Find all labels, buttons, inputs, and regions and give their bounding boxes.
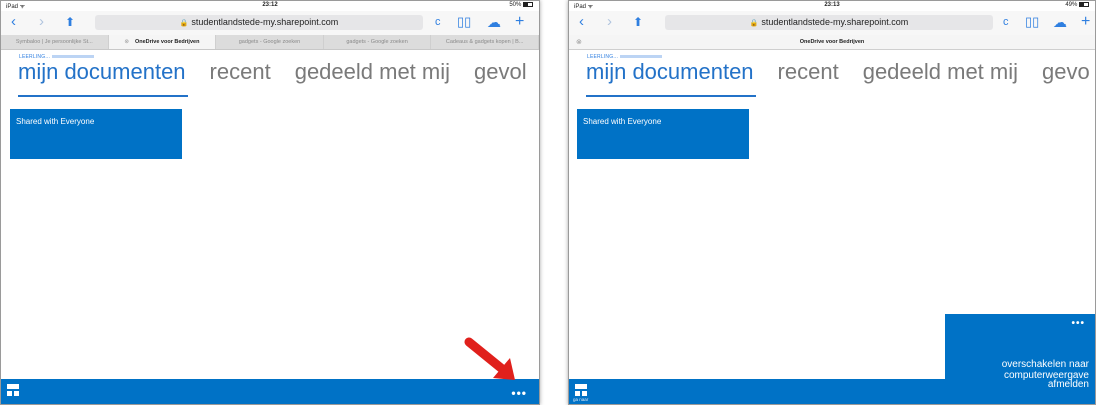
tab-mijn-documenten[interactable]: mijn documenten [586, 59, 754, 85]
screenshot-after: iPad ᯤ 23:13 49% ‹ › ⬆ 🔒 studentlandstede… [568, 0, 1096, 405]
pivot-nav: mijn documenten recent gedeeld met mij gevo… [18, 59, 539, 85]
safari-toolbar: ‹ › ⬆ 🔒 studentlandstede-my.sharepoint.co… [1, 11, 539, 35]
close-tab-icon[interactable]: ⊗ [124, 39, 129, 45]
forward-icon[interactable]: › [607, 14, 612, 30]
pivot-nav: mijn documenten recent gedeeld met mij gevo [586, 59, 1095, 85]
reload-icon[interactable]: c [435, 14, 441, 30]
tab-recent[interactable]: recent [778, 59, 839, 85]
close-tab-icon[interactable]: ⊗ [576, 35, 582, 50]
browser-tab-label: OneDrive voor Bedrijven [799, 39, 865, 45]
share-icon[interactable]: ⬆ [633, 14, 643, 30]
clock: 23:12 [262, 2, 278, 8]
plus-icon[interactable]: + [515, 14, 524, 30]
plus-icon[interactable]: + [1081, 14, 1090, 30]
folder-tile-label: Shared with Everyone [16, 117, 95, 126]
browser-tab-active[interactable]: ⊗ OneDrive voor Bedrijven [569, 35, 1095, 50]
browser-tab[interactable]: gadgets - Google zoeken [216, 35, 324, 49]
more-options-button[interactable]: ••• [1071, 318, 1085, 329]
ios-status-bar: iPad ᯤ 23:13 49% [569, 1, 1095, 11]
url-text: studentlandstede-my.sharepoint.com [191, 17, 339, 27]
goto-label: ga naar [573, 397, 589, 402]
address-bar[interactable]: 🔒 studentlandstede-my.sharepoint.com [665, 15, 993, 30]
battery-indicator: 49% [1065, 2, 1089, 8]
active-tab-underline [18, 95, 188, 97]
folder-tile[interactable]: Shared with Everyone [10, 109, 182, 159]
screenshot-before: iPad ᯤ 23:12 50% ‹ › ⬆ 🔒 studentlandstede… [0, 0, 540, 405]
tab-gevolgd[interactable]: gevo [1042, 59, 1090, 85]
address-bar[interactable]: 🔒 studentlandstede-my.sharepoint.com [95, 15, 423, 30]
browser-tab[interactable]: gadgets - Google zoeken [324, 35, 432, 49]
browser-tab[interactable]: Cadeaus & gadgets kopen | B... [431, 35, 539, 49]
battery-indicator: 50% [509, 2, 533, 8]
battery-percent: 50% [509, 2, 522, 9]
share-icon[interactable]: ⬆ [65, 14, 75, 30]
browser-tab[interactable]: Symbaloo | Je persoonlijke St... [1, 35, 109, 49]
clock: 23:13 [824, 2, 840, 8]
browser-tab-active[interactable]: ⊗ OneDrive voor Bedrijven [108, 35, 217, 49]
redacted-name [620, 55, 663, 59]
tab-gedeeld-met-mij[interactable]: gedeeld met mij [863, 59, 1018, 85]
reload-icon[interactable]: c [1003, 14, 1009, 30]
tab-mijn-documenten[interactable]: mijn documenten [18, 59, 186, 85]
book-icon[interactable]: ▯▯ [457, 14, 471, 30]
back-icon[interactable]: ‹ [11, 14, 16, 30]
url-text: studentlandstede-my.sharepoint.com [761, 17, 909, 27]
active-tab-underline [586, 95, 756, 97]
switch-to-desktop-line1[interactable]: overschakelen naar [1002, 360, 1089, 370]
cloud-icon[interactable]: ☁ [1053, 14, 1067, 30]
browser-tab-label: OneDrive voor Bedrijven [134, 39, 200, 45]
lock-icon: 🔒 [749, 20, 759, 27]
more-options-button[interactable]: ••• [511, 386, 527, 400]
folder-tile-label: Shared with Everyone [583, 117, 662, 126]
tab-strip: Symbaloo | Je persoonlijke St... ⊗ OneDri… [1, 35, 539, 50]
battery-icon [523, 2, 533, 7]
red-arrow-icon [464, 337, 515, 380]
more-options-panel: ••• overschakelen naar computerweergave … [945, 314, 1095, 404]
battery-icon [1079, 2, 1089, 7]
lock-icon: 🔒 [179, 20, 189, 27]
app-bar: ••• [1, 379, 539, 404]
forward-icon[interactable]: › [39, 14, 44, 30]
book-icon[interactable]: ▯▯ [1025, 14, 1039, 30]
cloud-icon[interactable]: ☁ [487, 14, 501, 30]
back-icon[interactable]: ‹ [579, 14, 584, 30]
redacted-name [52, 55, 95, 59]
signout-option[interactable]: afmelden [1048, 380, 1089, 390]
safari-toolbar: ‹ › ⬆ 🔒 studentlandstede-my.sharepoint.co… [569, 11, 1095, 35]
ios-status-bar: iPad ᯤ 23:12 50% [1, 1, 539, 11]
tiles-menu-icon[interactable] [7, 384, 19, 396]
tab-gedeeld-met-mij[interactable]: gedeeld met mij [295, 59, 450, 85]
tiles-menu-icon[interactable] [575, 384, 587, 396]
tab-gevolgd[interactable]: gevol [474, 59, 527, 85]
battery-percent: 49% [1065, 2, 1078, 9]
tab-recent[interactable]: recent [210, 59, 271, 85]
folder-tile[interactable]: Shared with Everyone [577, 109, 749, 159]
